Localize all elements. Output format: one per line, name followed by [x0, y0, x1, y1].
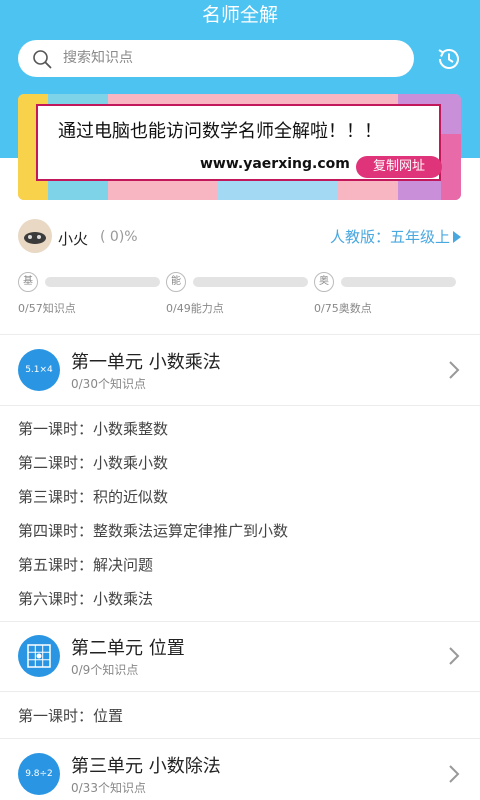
stat-count: 0/49能力点 [166, 302, 224, 315]
page: 名师全解 搜索知识点 通过电脑也能访问数学名师全解啦！！！ www.yaerxi… [0, 0, 480, 800]
stat-badge: 奥 [314, 272, 334, 292]
user-name: 小火 [58, 230, 89, 248]
copy-url-button[interactable]: 复制网址 [356, 156, 442, 178]
chevron-right-icon [449, 647, 460, 665]
progress-bar [193, 277, 308, 287]
progress-bar [45, 277, 160, 287]
lesson-item[interactable]: 第一课时：位置 [18, 705, 123, 726]
search-bar[interactable]: 搜索知识点 [18, 40, 414, 77]
banner-headline: 通过电脑也能访问数学名师全解啦！！！ [58, 121, 382, 142]
unit-icon: 9.8÷2 [18, 753, 60, 795]
lesson-item[interactable]: 第二课时：小数乘小数 [18, 452, 168, 473]
unit-title: 第三单元 小数除法 [71, 756, 221, 777]
lesson-item[interactable]: 第五课时：解决问题 [18, 554, 153, 575]
divider [0, 738, 480, 739]
chevron-right-icon [449, 361, 460, 379]
stat-olympiad: 奥 0/75奥数点 [314, 272, 459, 320]
grade-label: 人教版：五年级上 [329, 228, 450, 246]
unit-icon: 5.1×4 [18, 349, 60, 391]
search-icon [32, 49, 52, 69]
promo-banner[interactable]: 通过电脑也能访问数学名师全解啦！！！ www.yaerxing.com 复制网址 [18, 94, 461, 200]
stat-count: 0/75奥数点 [314, 302, 372, 315]
page-title: 名师全解 [201, 4, 278, 26]
stat-count: 0/57知识点 [18, 302, 76, 315]
lesson-item[interactable]: 第三课时：积的近似数 [18, 486, 168, 507]
divider [0, 691, 480, 692]
unit-subtitle: 0/9个知识点 [71, 663, 139, 677]
unit-row[interactable]: 第二单元 位置 0/9个知识点 [0, 622, 480, 690]
progress-bar [341, 277, 456, 287]
grade-selector[interactable]: 人教版：五年级上 [330, 226, 461, 247]
unit-row[interactable]: 9.8÷2 第三单元 小数除法 0/33个知识点 [0, 740, 480, 800]
user-progress: ( 0)% [100, 229, 138, 245]
unit-title: 第一单元 小数乘法 [71, 352, 221, 373]
lesson-item[interactable]: 第四课时：整数乘法运算定律推广到小数 [18, 520, 288, 541]
grid-icon [18, 635, 60, 677]
divider [0, 334, 480, 335]
history-icon[interactable] [434, 44, 464, 74]
unit-row[interactable]: 5.1×4 第一单元 小数乘法 0/30个知识点 [0, 336, 480, 404]
banner-card: 通过电脑也能访问数学名师全解啦！！！ www.yaerxing.com 复制网址 [36, 104, 442, 181]
avatar[interactable] [18, 219, 52, 253]
stat-ability: 能 0/49能力点 [166, 272, 311, 320]
chevron-right-icon [449, 765, 460, 783]
stat-knowledge: 基 0/57知识点 [18, 272, 163, 320]
triangle-right-icon [453, 231, 461, 243]
search-placeholder: 搜索知识点 [63, 50, 133, 66]
lesson-item[interactable]: 第一课时：小数乘整数 [18, 418, 168, 439]
unit-title: 第二单元 位置 [71, 638, 185, 659]
banner-decoration [441, 134, 461, 200]
banner-url: www.yaerxing.com [200, 156, 350, 172]
divider [0, 405, 480, 406]
stat-badge: 能 [166, 272, 186, 292]
unit-subtitle: 0/30个知识点 [71, 377, 146, 391]
stat-badge: 基 [18, 272, 38, 292]
unit-subtitle: 0/33个知识点 [71, 781, 146, 795]
lesson-item[interactable]: 第六课时：小数乘法 [18, 588, 153, 609]
